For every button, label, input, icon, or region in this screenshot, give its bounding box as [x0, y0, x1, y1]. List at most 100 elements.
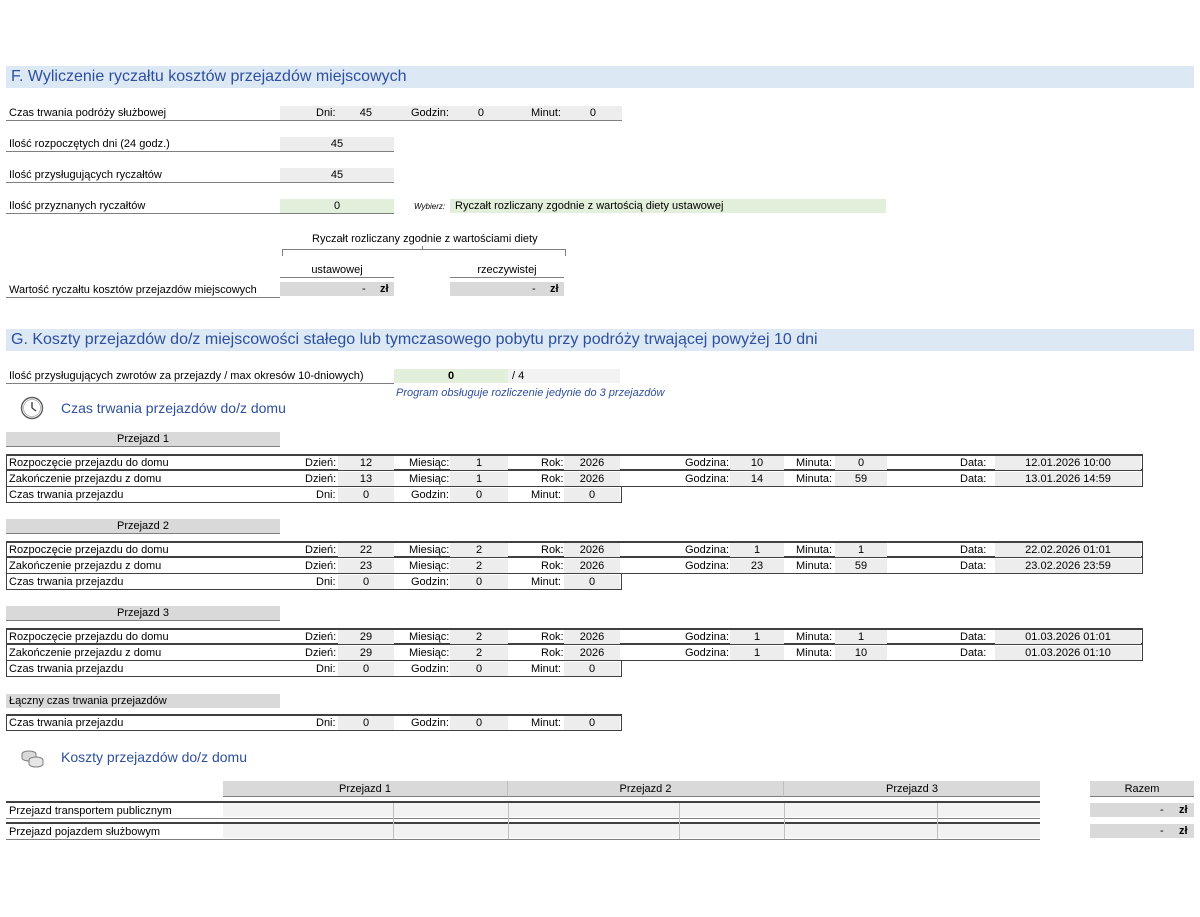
date-label: Data: [960, 473, 987, 485]
trip-end-year[interactable]: 2026 [564, 472, 620, 486]
cost-col-header: Przejazd 3 [784, 781, 1040, 797]
trip-duration-days: 0 [338, 488, 394, 502]
trip-end-hour[interactable]: 23 [730, 559, 784, 573]
refunds-value[interactable]: 0 [394, 369, 508, 383]
public-transport-cost-cells[interactable] [223, 803, 1040, 817]
vehicle-sum: - [1160, 825, 1164, 837]
bracket [282, 249, 566, 256]
lump-group-header: Ryczałt rozliczany zgodnie z wartościami… [312, 233, 538, 245]
trip-start-month[interactable]: 2 [450, 543, 508, 557]
trip-start-hour[interactable]: 10 [730, 456, 784, 470]
trip-start-date: 22.02.2026 01:01 [995, 543, 1141, 557]
clock-icon [20, 396, 44, 420]
trip-start-month[interactable]: 2 [450, 630, 508, 644]
trip-start-hour[interactable]: 1 [730, 630, 784, 644]
trip-end-hour[interactable]: 1 [730, 646, 784, 660]
minute-label: Minuta: [796, 457, 833, 469]
divider [280, 277, 394, 278]
year-label: Rok: [541, 544, 564, 556]
refunds-label: Ilość przysługujących zwrotów za przejaz… [9, 370, 364, 382]
day-label: Dzień: [305, 631, 337, 643]
trip-start-year[interactable]: 2026 [564, 630, 620, 644]
company-vehicle-cost-cells[interactable] [223, 824, 1040, 838]
divider [393, 803, 394, 839]
trip-start-month[interactable]: 1 [450, 456, 508, 470]
trip-start-day[interactable]: 22 [338, 543, 394, 557]
col-actual-label: rzeczywistej [477, 264, 537, 276]
divider [6, 297, 280, 298]
date-label: Data: [960, 560, 987, 572]
trip-header: Przejazd 2 [6, 519, 280, 534]
divider [937, 803, 938, 839]
month-label: Miesiąc: [409, 560, 450, 572]
trip-end-day[interactable]: 23 [338, 559, 394, 573]
trip-start-day[interactable]: 12 [338, 456, 394, 470]
trip-end-month[interactable]: 2 [450, 646, 508, 660]
trip-end-hour[interactable]: 14 [730, 472, 784, 486]
divider [679, 803, 680, 839]
refunds-max: / 4 [512, 370, 525, 382]
cost-row-label: Przejazd transportem publicznym [9, 805, 172, 817]
currency-label: zł [380, 283, 389, 295]
trip-start-hour[interactable]: 1 [730, 543, 784, 557]
trip-end-minute[interactable]: 59 [835, 472, 887, 486]
trip-end-month[interactable]: 1 [450, 472, 508, 486]
year-label: Rok: [541, 647, 564, 659]
minutes-label: Minut: [531, 576, 561, 588]
divider [6, 213, 394, 214]
trip-end-minute[interactable]: 59 [835, 559, 887, 573]
granted-lumps-input[interactable]: 0 [280, 199, 394, 213]
trip-start-label: Rozpoczęcie przejazdu do domu [9, 457, 169, 469]
trip-duration-hours: 0 [450, 662, 508, 676]
trip-end-month[interactable]: 2 [450, 559, 508, 573]
trip-end-year[interactable]: 2026 [564, 646, 620, 660]
trip-end-day[interactable]: 29 [338, 646, 394, 660]
trip-duration-minutes: 0 [564, 662, 620, 676]
divider [6, 120, 622, 121]
currency-label: zł [1179, 825, 1188, 837]
minutes-label: Minut: [531, 107, 561, 119]
trip-start-year[interactable]: 2026 [564, 543, 620, 557]
divider [6, 383, 394, 384]
refunds-max-cell [508, 369, 620, 383]
value-actual-cell: - zł [450, 282, 564, 296]
due-lumps-value: 45 [280, 168, 394, 182]
trip-end-minute[interactable]: 10 [835, 646, 887, 660]
trip-end-day[interactable]: 13 [338, 472, 394, 486]
year-label: Rok: [541, 473, 564, 485]
trip-start-minute[interactable]: 0 [835, 456, 887, 470]
trip-duration-label: Czas trwania przejazdu [9, 663, 124, 675]
trip-duration-days: 0 [338, 662, 394, 676]
lump-type-select[interactable]: Ryczałt rozliczany zgodnie z wartością d… [450, 199, 886, 213]
date-label: Data: [960, 544, 987, 556]
days-value[interactable]: 45 [338, 106, 376, 120]
year-label: Rok: [541, 457, 564, 469]
trip-end-year[interactable]: 2026 [564, 559, 620, 573]
currency-label: zł [1179, 804, 1188, 816]
trip-header: Przejazd 1 [6, 432, 280, 447]
trip-duration-label: Czas trwania przejazdu [9, 576, 124, 588]
trip-start-day[interactable]: 29 [338, 630, 394, 644]
section-f-title: F. Wyliczenie ryczałtu kosztów przejazdó… [11, 68, 407, 85]
bracket-tick [422, 246, 423, 250]
trip-start-year[interactable]: 2026 [564, 456, 620, 470]
total-days-label: Dni: [316, 717, 336, 729]
trip-duration-hours: 0 [450, 575, 508, 589]
trip-end-label: Zakończenie przejazdu z domu [9, 560, 162, 572]
trip-end-label: Zakończenie przejazdu z domu [9, 647, 162, 659]
trip-start-minute[interactable]: 1 [835, 543, 887, 557]
hours-label: Godzin: [411, 489, 449, 501]
trip-duration-minutes: 0 [564, 488, 620, 502]
value-statutory-cell: - zł [280, 282, 394, 296]
hours-value[interactable]: 0 [450, 106, 488, 120]
minutes-value[interactable]: 0 [562, 106, 600, 120]
due-lumps-label: Ilość przysługujących ryczałtów [9, 169, 162, 181]
total-hours-label: Godzin: [411, 717, 449, 729]
year-label: Rok: [541, 560, 564, 572]
date-label: Data: [960, 647, 987, 659]
trip-start-minute[interactable]: 1 [835, 630, 887, 644]
hours-label: Godzin: [411, 663, 449, 675]
section-f-header: F. Wyliczenie ryczałtu kosztów przejazdó… [6, 66, 1194, 88]
divider [450, 277, 564, 278]
trip-start-label: Rozpoczęcie przejazdu do domu [9, 631, 169, 643]
